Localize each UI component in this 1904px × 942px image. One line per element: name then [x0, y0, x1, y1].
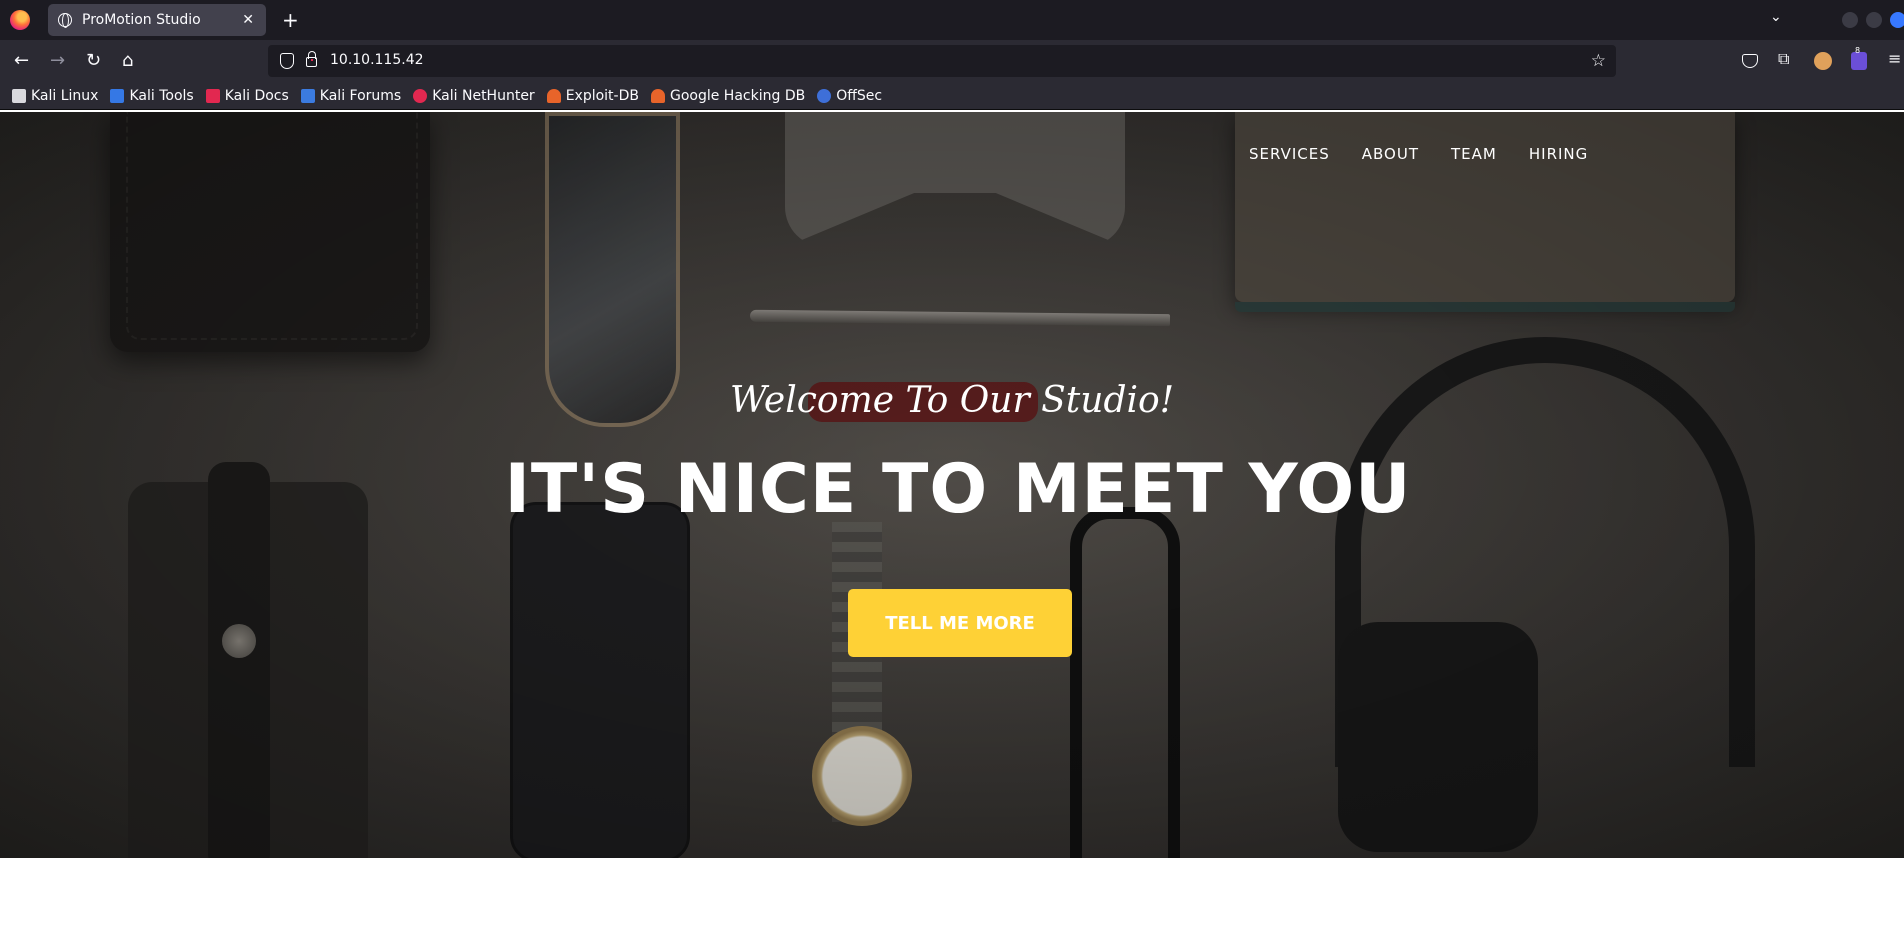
reload-icon[interactable]: ↻	[86, 50, 101, 72]
forward-arrow-icon[interactable]: →	[50, 50, 65, 72]
tell-me-more-button[interactable]: TELL ME MORE	[848, 589, 1072, 657]
minimize-button[interactable]	[1842, 12, 1858, 28]
back-arrow-icon[interactable]: ←	[14, 50, 29, 72]
bookmark-kali-linux[interactable]: Kali Linux	[12, 88, 98, 104]
address-bar[interactable]: 10.10.115.42 ☆	[268, 45, 1616, 77]
bookmark-offsec[interactable]: OffSec	[817, 88, 882, 104]
globe-icon	[58, 13, 72, 28]
bookmarks-bar: Kali Linux Kali Tools Kali Docs Kali For…	[0, 82, 1904, 110]
nav-toolbar: ← → ↻ ⌂ 10.10.115.42 ☆ ⧉ ≡	[0, 40, 1904, 82]
lock-icon[interactable]	[306, 51, 317, 67]
bookmark-kali-tools[interactable]: Kali Tools	[110, 88, 194, 104]
kali-docs-icon	[205, 88, 220, 103]
exploit-db-icon	[546, 88, 561, 103]
site-navigation: SERVICES ABOUT TEAM HIRING	[1249, 145, 1620, 163]
pocket-icon[interactable]	[1742, 54, 1758, 68]
new-tab-icon[interactable]: +	[282, 8, 299, 32]
chevron-down-icon[interactable]: ⌄	[1770, 9, 1782, 25]
close-tab-icon[interactable]: ✕	[242, 12, 254, 28]
nav-link-team[interactable]: TEAM	[1451, 145, 1497, 163]
extension-avatar-icon[interactable]	[1814, 52, 1832, 70]
page-content-below	[0, 858, 1904, 942]
extension-badge-icon[interactable]	[1851, 46, 1867, 70]
nav-link-about[interactable]: ABOUT	[1362, 145, 1419, 163]
maximize-button[interactable]	[1866, 12, 1882, 28]
firefox-logo-icon[interactable]	[10, 10, 30, 30]
kali-tools-icon	[110, 88, 125, 103]
hero-subheading: Welcome To Our Studio!	[729, 380, 1175, 421]
nethunter-icon	[413, 88, 428, 103]
nav-link-hiring[interactable]: HIRING	[1529, 145, 1588, 163]
shield-icon[interactable]	[280, 53, 294, 69]
tab-bar: ProMotion Studio ✕ + ⌄	[0, 0, 1904, 40]
bookmark-kali-docs[interactable]: Kali Docs	[205, 88, 289, 104]
url-text[interactable]: 10.10.115.42	[330, 52, 424, 68]
nav-link-services[interactable]: SERVICES	[1249, 145, 1330, 163]
bookmark-kali-nethunter[interactable]: Kali NetHunter	[413, 88, 535, 104]
bookmark-google-hacking-db[interactable]: Google Hacking DB	[650, 88, 805, 104]
kali-dragon-icon	[12, 88, 26, 103]
ghdb-icon	[650, 88, 665, 103]
active-tab[interactable]: ProMotion Studio ✕	[48, 4, 266, 36]
extensions-icon[interactable]: ⧉	[1778, 49, 1798, 69]
kali-forums-icon	[300, 88, 315, 103]
home-icon[interactable]: ⌂	[122, 50, 133, 72]
bookmark-kali-forums[interactable]: Kali Forums	[300, 88, 401, 104]
bookmark-star-icon[interactable]: ☆	[1591, 51, 1606, 71]
window-close-button[interactable]	[1890, 12, 1904, 28]
offsec-icon	[817, 88, 832, 103]
tab-title: ProMotion Studio	[82, 12, 201, 28]
bookmark-exploit-db[interactable]: Exploit-DB	[546, 88, 639, 104]
hero-heading: IT'S NICE TO MEET YOU	[504, 450, 1412, 529]
hamburger-menu-icon[interactable]: ≡	[1888, 49, 1904, 69]
